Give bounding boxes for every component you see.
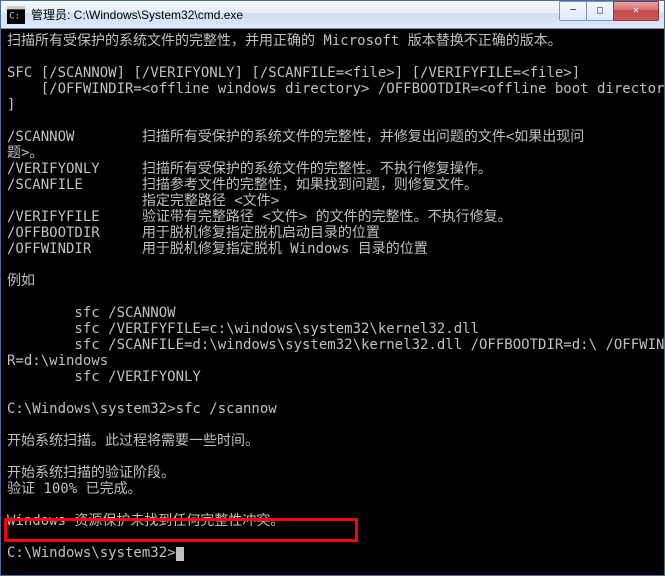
console-line: /SCANFILE 扫描参考文件的完整性，如果找到问题，则修复文件。	[7, 177, 478, 193]
close-button[interactable]: ✕	[613, 1, 659, 21]
console-line: sfc /SCANFILE=d:\windows\system32\kernel…	[7, 337, 664, 353]
console-line: ]	[7, 97, 15, 113]
titlebar-text: 管理员: C:\Windows\System32\cmd.exe	[31, 6, 560, 23]
console-line: 开始系统扫描。此过程将需要一些时间。	[7, 433, 259, 449]
console-line: [/OFFWINDIR=<offline windows directory> …	[7, 81, 664, 97]
console-line: 题>。	[7, 145, 43, 161]
console-line: C:\Windows\system32>sfc /scannow	[7, 401, 277, 417]
console-line: /OFFBOOTDIR 用于脱机修复指定脱机启动目录的位置	[7, 225, 380, 241]
minimize-icon: ─	[570, 5, 576, 16]
console-line: 例如	[7, 273, 35, 289]
console-line: 指定完整路径 <文件>	[7, 193, 279, 209]
console-line: /OFFWINDIR 用于脱机修复指定脱机 Windows 目录的位置	[7, 241, 428, 257]
console-line: Windows 资源保护未找到任何完整性冲突。	[7, 513, 284, 529]
console-output[interactable]: 扫描所有受保护的系统文件的完整性，并用正确的 Microsoft 版本替换不正确…	[1, 29, 664, 575]
titlebar[interactable]: C: 管理员: C:\Windows\System32\cmd.exe ─ □ …	[1, 1, 664, 29]
console-line: R=d:\windows	[7, 353, 108, 369]
console-line: /VERIFYONLY 扫描所有受保护的系统文件的完整性。不执行修复操作。	[7, 161, 492, 177]
console-line: C:\Windows\system32>	[7, 545, 176, 561]
cursor	[176, 547, 184, 561]
cmd-icon: C:	[7, 6, 25, 24]
minimize-button[interactable]: ─	[559, 1, 587, 21]
console-line: sfc /VERIFYFILE=c:\windows\system32\kern…	[7, 321, 479, 337]
console-line: /SCANNOW 扫描所有受保护的系统文件的完整性，并修复出问题的文件<如果出现…	[7, 129, 584, 145]
console-line: sfc /VERIFYONLY	[7, 369, 201, 385]
console-line: SFC [/SCANNOW] [/VERIFYONLY] [/SCANFILE=…	[7, 65, 580, 81]
window-controls: ─ □ ✕	[560, 1, 659, 21]
svg-text:C:: C:	[9, 11, 20, 21]
console-line: sfc /SCANNOW	[7, 305, 176, 321]
maximize-icon: □	[597, 5, 603, 16]
console-line: 开始系统扫描的验证阶段。	[7, 465, 175, 481]
console-line: 验证 100% 已完成。	[7, 481, 142, 497]
maximize-button[interactable]: □	[586, 1, 614, 21]
console-line: 扫描所有受保护的系统文件的完整性，并用正确的 Microsoft 版本替换不正确…	[7, 33, 562, 49]
console-line: /VERIFYFILE 验证带有完整路径 <文件> 的文件的完整性。不执行修复。	[7, 209, 512, 225]
cmd-window: C: 管理员: C:\Windows\System32\cmd.exe ─ □ …	[0, 0, 665, 576]
close-icon: ✕	[633, 5, 639, 16]
